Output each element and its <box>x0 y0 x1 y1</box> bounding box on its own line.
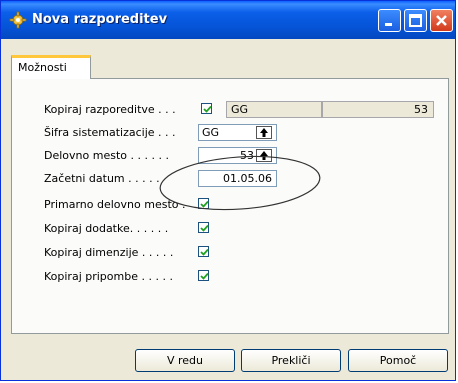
copy-dimensions-checkbox[interactable] <box>198 246 209 257</box>
tab-moznosti[interactable]: Možnosti <box>11 55 91 79</box>
system-code-label: Šifra sistematizacije . . . <box>44 126 176 139</box>
primary-workplace-label: Primarno delovno mesto . <box>44 198 186 211</box>
minimize-icon <box>385 23 392 26</box>
tab-label: Možnosti <box>18 61 67 74</box>
copy-assignments-field2: 53 <box>322 101 434 118</box>
arrow-up-icon[interactable] <box>256 126 272 139</box>
checkmark-icon <box>200 224 209 232</box>
copy-dimensions-label: Kopiraj dimenzije . . . . . <box>44 246 174 259</box>
primary-workplace-checkbox[interactable] <box>198 198 209 209</box>
copy-assignments-field1: GG <box>226 101 322 118</box>
gear-icon <box>9 11 27 29</box>
start-date-input[interactable]: 01.05.06 <box>198 170 277 187</box>
checkmark-icon <box>200 272 209 280</box>
start-date-label: Začetni datum . . . . . <box>44 172 160 185</box>
copy-assignments-checkbox[interactable] <box>201 103 212 114</box>
close-icon <box>436 15 447 26</box>
copy-assignments-label: Kopiraj razporeditve . . . <box>44 103 176 116</box>
workplace-value: 53 <box>240 149 254 162</box>
ok-button[interactable]: V redu <box>135 349 235 372</box>
maximize-button[interactable] <box>404 9 427 32</box>
title-bar[interactable]: Nova razporeditev <box>1 1 455 39</box>
start-date-value: 01.05.06 <box>223 172 272 185</box>
options-panel: Kopiraj razporeditve . . . GG 53 Šifra s… <box>11 78 449 334</box>
checkmark-icon <box>200 248 209 256</box>
dialog-window: Nova razporeditev Možnosti Kopiraj razpo… <box>0 0 456 381</box>
copy-notes-checkbox[interactable] <box>198 270 209 281</box>
maximize-icon <box>409 14 422 27</box>
checkmark-icon <box>200 200 209 208</box>
system-code-value: GG <box>202 126 220 139</box>
copy-allowances-label: Kopiraj dodatke. . . . . . <box>44 222 169 235</box>
window-title: Nova razporeditev <box>32 12 168 27</box>
workplace-label: Delovno mesto . . . . . . <box>44 149 169 162</box>
checkmark-icon <box>203 105 212 113</box>
copy-allowances-checkbox[interactable] <box>198 222 209 233</box>
close-button[interactable] <box>430 9 453 32</box>
arrow-up-icon[interactable] <box>256 149 272 162</box>
copy-notes-label: Kopiraj pripombe . . . . . <box>44 270 173 283</box>
minimize-button[interactable] <box>378 9 401 32</box>
help-button[interactable]: Pomoč <box>348 349 448 372</box>
cancel-button[interactable]: Prekliči <box>241 349 341 372</box>
